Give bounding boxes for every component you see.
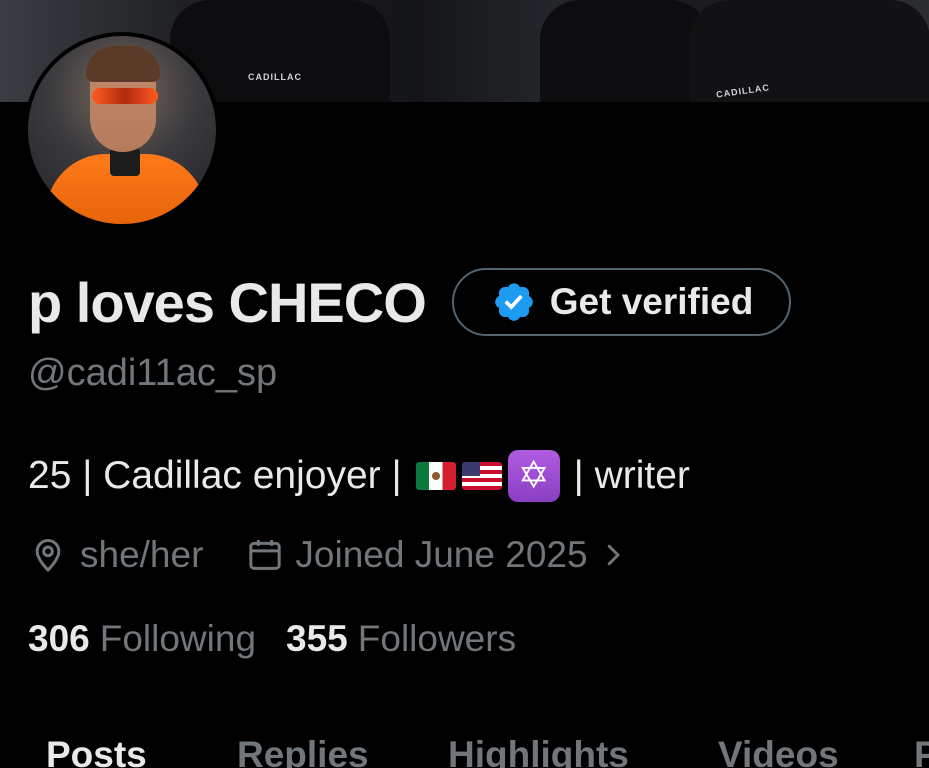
profile-handle: @cadi11ac_sp	[28, 352, 278, 394]
avatar-sunglasses	[92, 88, 158, 104]
joined-text: Joined June 2025	[295, 534, 588, 575]
followers-link[interactable]: 355 Followers	[286, 618, 516, 660]
display-name: p loves CHECO	[28, 270, 427, 334]
profile-bio: 25 | Cadillac enjoyer | ✡ | writer	[28, 450, 690, 502]
pronouns-text: she/her	[80, 534, 204, 575]
joined-item[interactable]: Joined June 2025	[245, 534, 627, 576]
avatar-collar	[110, 148, 140, 176]
followers-label: Followers	[357, 618, 517, 659]
star-of-david-icon: ✡	[507, 450, 560, 502]
pronouns-item: she/her	[28, 534, 203, 576]
following-link[interactable]: 306 Following	[28, 618, 256, 660]
following-label: Following	[99, 618, 257, 659]
bio-text-part2: | writer	[573, 454, 690, 497]
location-icon	[35, 539, 61, 573]
avatar-hair	[86, 46, 160, 82]
verified-badge-icon	[494, 283, 533, 321]
profile-tabs: Posts Replies Highlights Videos P	[0, 728, 929, 768]
tab-replies[interactable]: Replies	[237, 734, 369, 768]
name-row: p loves CHECO Get verified	[28, 266, 792, 338]
chevron-right-icon	[607, 544, 620, 566]
calendar-icon	[249, 540, 282, 570]
banner-emblem-left: CADILLAC	[248, 72, 302, 82]
tab-videos[interactable]: Videos	[718, 734, 839, 768]
tab-photos[interactable]: P	[914, 734, 929, 768]
bio-text-part1: 25 | Cadillac enjoyer |	[28, 454, 402, 497]
banner-person-2	[540, 0, 710, 102]
tab-posts[interactable]: Posts	[46, 734, 147, 768]
profile-avatar[interactable]	[24, 32, 220, 228]
follow-counts: 306 Following 355 Followers	[28, 618, 516, 660]
flag-usa-icon	[461, 462, 502, 490]
get-verified-button[interactable]: Get verified	[451, 268, 792, 336]
following-count: 306	[28, 618, 90, 659]
profile-meta: she/her Joined June 2025	[28, 534, 628, 576]
followers-count: 355	[286, 618, 348, 659]
get-verified-label: Get verified	[549, 281, 754, 322]
tab-highlights[interactable]: Highlights	[448, 734, 629, 768]
banner-person-3	[690, 0, 929, 102]
flag-mexico-icon	[415, 462, 456, 490]
